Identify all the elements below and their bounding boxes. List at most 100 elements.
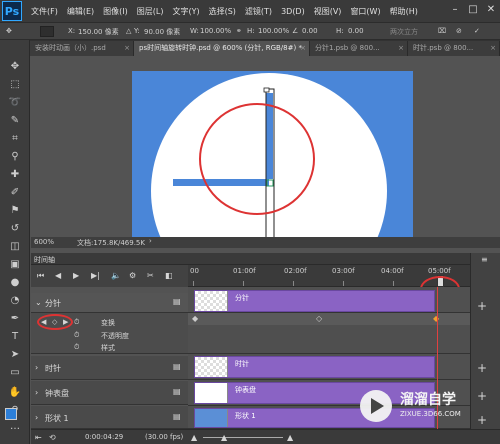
add-media-icon[interactable]: + <box>477 361 487 375</box>
close-icon[interactable]: ✕ <box>484 3 498 17</box>
tab-doc-2[interactable]: ps时间轴旋转时钟.psd @ 600% (分针, RGB/8#) * × <box>134 41 310 56</box>
stopwatch-icon[interactable]: ⏱ <box>74 343 79 352</box>
close-icon[interactable]: × <box>300 41 306 56</box>
clip-minute[interactable]: 分针 <box>194 290 435 312</box>
gradient-tool-icon[interactable]: ▣ <box>8 258 22 272</box>
layer-row-dial[interactable]: › 钟表盘 ▤ <box>31 381 188 405</box>
maximize-icon[interactable]: □ <box>466 3 480 17</box>
close-icon[interactable]: × <box>490 41 496 56</box>
link-icon[interactable]: △ <box>126 27 131 35</box>
expand-arrow-icon[interactable]: › <box>35 388 38 397</box>
zoom-level[interactable]: 600% <box>34 238 54 246</box>
commit-icon[interactable]: ✓ <box>474 27 480 35</box>
menu-3d[interactable]: 3D(D) <box>281 7 305 16</box>
time-ruler[interactable]: 00 01:00f 02:00f 03:00f 04:00f 05:00f <box>188 265 470 302</box>
menu-edit[interactable]: 编辑(E) <box>67 6 94 17</box>
expand-arrow-icon[interactable]: ⌄ <box>35 298 42 307</box>
audio-icon[interactable]: 🔈 <box>111 271 121 280</box>
zoom-slider-thumb[interactable]: ▲ <box>221 433 227 442</box>
keyframe-diamond[interactable]: ◆ <box>192 314 198 323</box>
warp-icon[interactable]: ⌧ <box>438 27 446 35</box>
stamp-tool-icon[interactable]: ⚑ <box>8 204 22 218</box>
canvas-area[interactable] <box>31 56 500 237</box>
close-icon[interactable]: × <box>398 41 404 56</box>
property-transform[interactable]: 变换 <box>101 318 115 328</box>
menu-file[interactable]: 文件(F) <box>31 6 58 17</box>
path-select-icon[interactable]: ➤ <box>8 348 22 362</box>
crop-tool-icon[interactable]: ⌗ <box>8 132 22 146</box>
eraser-tool-icon[interactable]: ◫ <box>8 240 22 254</box>
minimize-icon[interactable]: – <box>448 3 462 17</box>
film-icon[interactable]: ▤ <box>173 297 181 306</box>
healing-brush-icon[interactable]: ✚ <box>8 168 22 182</box>
zoom-slider[interactable] <box>203 437 283 438</box>
zoom-out-icon[interactable]: ▲ <box>191 433 197 442</box>
document-canvas[interactable] <box>132 71 413 237</box>
move-tool-icon[interactable]: ✥ <box>8 60 22 74</box>
render-icon[interactable]: ⇤ <box>35 433 42 442</box>
menu-filter[interactable]: 滤镜(T) <box>245 6 272 17</box>
tab-doc-3[interactable]: 分针1.psb @ 800... × <box>310 41 408 56</box>
track-hour[interactable]: 时针 <box>188 354 470 380</box>
type-tool-icon[interactable]: T <box>8 330 22 344</box>
prev-frame-icon[interactable]: ◀ <box>55 271 61 280</box>
eyedropper-icon[interactable]: ⚲ <box>8 150 22 164</box>
rectangle-tool-icon[interactable]: ▭ <box>8 366 22 380</box>
chain-icon[interactable]: ⚭ <box>236 27 242 35</box>
add-media-icon[interactable]: + <box>477 299 487 313</box>
h2-field[interactable]: 0.00 <box>348 27 364 35</box>
y-field[interactable]: 90.00 像素 <box>144 27 180 37</box>
status-arrow-icon[interactable]: › <box>149 237 152 245</box>
property-opacity[interactable]: 不透明度 <box>101 331 129 341</box>
interpolation-select[interactable]: 两次立方 <box>390 27 418 37</box>
layer-row-shape[interactable]: › 形状 1 ▤ <box>31 406 188 429</box>
foreground-color[interactable] <box>5 408 17 420</box>
keyframe-track[interactable]: ◆ ◇ ◆ <box>188 313 470 354</box>
menu-view[interactable]: 视图(V) <box>314 6 342 17</box>
blur-tool-icon[interactable]: ● <box>8 276 22 290</box>
keyframe-diamond[interactable]: ◇ <box>316 314 322 323</box>
panel-menu-icon[interactable]: ≡ <box>481 255 488 264</box>
first-frame-icon[interactable]: ⏮ <box>37 271 44 281</box>
pen-tool-icon[interactable]: ✒ <box>8 312 22 326</box>
menu-layer[interactable]: 图层(L) <box>137 6 164 17</box>
tab-doc-1[interactable]: 安装时动画（小）.psd × <box>30 41 134 56</box>
stopwatch-icon[interactable]: ⏱ <box>74 331 79 340</box>
history-brush-icon[interactable]: ↺ <box>8 222 22 236</box>
lasso-tool-icon[interactable]: ➰ <box>8 96 22 110</box>
expand-arrow-icon[interactable]: › <box>35 363 38 372</box>
tab-doc-4[interactable]: 时针.psb @ 800... × <box>408 41 500 56</box>
menu-type[interactable]: 文字(Y) <box>172 6 199 17</box>
next-frame-icon[interactable]: ▶| <box>91 271 100 280</box>
h-field[interactable]: 100.00% <box>258 27 289 35</box>
menu-image[interactable]: 图像(I) <box>103 6 128 17</box>
w-field[interactable]: 100.00% <box>200 27 231 35</box>
settings-icon[interactable]: ⚙ <box>129 271 136 280</box>
angle-field[interactable]: 0.00 <box>302 27 318 35</box>
close-icon[interactable]: × <box>124 41 130 56</box>
hand-tool-icon[interactable]: ✋ <box>8 386 22 400</box>
quick-select-icon[interactable]: ✎ <box>8 114 22 128</box>
layer-row-hour[interactable]: › 时针 ▤ <box>31 356 188 380</box>
track-minute[interactable]: 分针 <box>188 287 470 313</box>
stopwatch-icon[interactable]: ⏱ <box>74 318 79 327</box>
dodge-tool-icon[interactable]: ◔ <box>8 294 22 308</box>
more-tools-icon[interactable]: … <box>8 420 22 434</box>
onion-icon[interactable]: ⟲ <box>49 433 56 442</box>
play-icon[interactable]: ▶ <box>73 271 79 280</box>
reference-point-icon[interactable] <box>40 26 54 37</box>
layer-row-minute[interactable]: ⌄ 分针 ▤ <box>31 293 188 313</box>
current-time[interactable]: 0:00:04:29 <box>85 433 123 441</box>
brush-tool-icon[interactable]: ✐ <box>8 186 22 200</box>
clip-hour[interactable]: 时针 <box>194 356 435 378</box>
cancel-icon[interactable]: ⊘ <box>456 27 462 35</box>
transform-lane[interactable] <box>188 313 470 325</box>
menu-select[interactable]: 选择(S) <box>209 6 236 17</box>
property-style[interactable]: 样式 <box>101 343 115 353</box>
x-field[interactable]: 150.00 像素 <box>78 27 119 37</box>
split-icon[interactable]: ✂ <box>147 271 154 280</box>
transition-icon[interactable]: ◧ <box>165 271 173 280</box>
document-size[interactable]: 文档:175.8K/469.5K <box>77 238 145 248</box>
expand-arrow-icon[interactable]: › <box>35 413 38 422</box>
zoom-in-icon[interactable]: ▲ <box>287 433 293 442</box>
